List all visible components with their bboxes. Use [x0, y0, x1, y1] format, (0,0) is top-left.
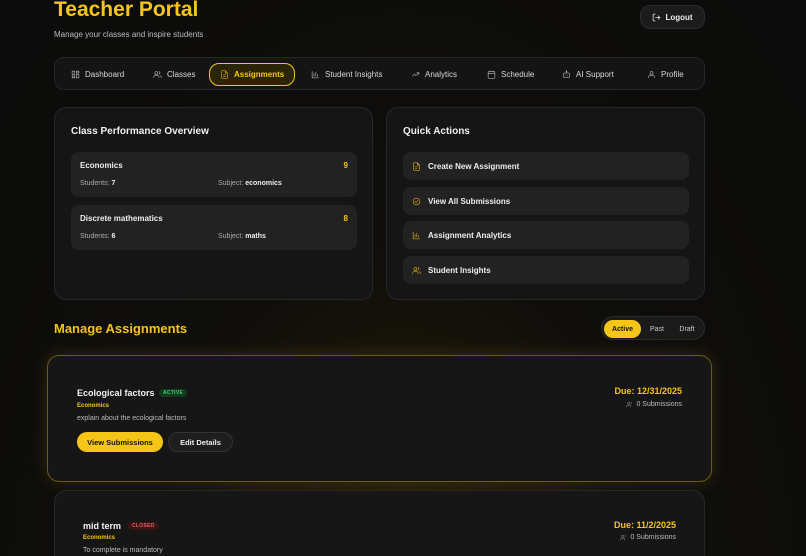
tab-classes[interactable]: Classes: [143, 63, 205, 86]
tab-analytics[interactable]: Analytics: [401, 63, 467, 86]
tab-dashboard[interactable]: Dashboard: [61, 63, 134, 86]
subject-label: Subject:: [218, 180, 244, 187]
submission-count: 0 Submissions: [626, 401, 682, 408]
subject-value: economics: [245, 180, 282, 187]
class-subject: Subject: economics: [218, 180, 282, 187]
assignment-card: Ecological factors ACTIVE Economics expl…: [47, 355, 712, 482]
assignment-description: explain about the ecological factors: [77, 415, 187, 422]
tab-label: Profile: [661, 70, 684, 79]
check-circle-icon: [412, 197, 421, 205]
tab-label: Classes: [167, 70, 196, 79]
users-icon: [412, 266, 421, 274]
class-count: 8: [343, 214, 348, 223]
assignment-title: Ecological factors: [77, 388, 155, 398]
users-icon: [626, 401, 633, 408]
tab-label: Assignments: [234, 70, 285, 79]
users-icon: [153, 71, 162, 78]
page-title: Teacher Portal: [54, 0, 199, 21]
calendar-icon: [487, 70, 496, 79]
students-value: 7: [111, 180, 116, 187]
students-label: Students:: [80, 233, 110, 240]
class-subject: Subject: maths: [218, 233, 266, 240]
class-count: 9: [343, 161, 348, 170]
logout-icon: [653, 13, 661, 21]
filter-active[interactable]: Active: [604, 320, 641, 338]
tab-label: Analytics: [425, 70, 458, 79]
student-insights-button[interactable]: Student Insights: [403, 256, 689, 284]
view-submissions-button[interactable]: View All Submissions: [403, 187, 689, 215]
create-assignment-button[interactable]: Create New Assignment: [403, 152, 689, 180]
page-subtitle: Manage your classes and inspire students: [54, 30, 204, 39]
class-performance-item[interactable]: Discrete mathematics 8 Students: 6 Subje…: [71, 205, 357, 250]
trending-icon: [411, 72, 420, 77]
assignment-subject: Economics: [83, 535, 116, 541]
class-performance-item[interactable]: Economics 9 Students: 7 Subject: economi…: [71, 152, 357, 197]
user-icon: [648, 71, 655, 78]
tab-label: AI Support: [576, 70, 614, 79]
assignment-subject: Economics: [77, 403, 110, 409]
tab-label: Student Insights: [325, 70, 383, 79]
action-label: Create New Assignment: [428, 161, 520, 171]
assignment-description: To complete is mandatory: [83, 547, 163, 554]
file-plus-icon: [413, 161, 420, 171]
assignment-title: mid term: [83, 521, 122, 531]
filter-draft[interactable]: Draft: [672, 320, 702, 338]
class-name: Discrete mathematics: [80, 214, 163, 223]
main-nav: Dashboard Classes Assignments Student In…: [54, 57, 705, 90]
class-performance-card: Class Performance Overview Economics 9 S…: [54, 107, 373, 300]
action-label: Student Insights: [428, 265, 491, 275]
status-badge: CLOSED: [128, 522, 159, 530]
tab-label: Schedule: [501, 70, 535, 79]
students-value: 6: [111, 233, 116, 240]
tab-schedule[interactable]: Schedule: [477, 63, 544, 86]
logout-button[interactable]: Logout: [640, 5, 705, 29]
submission-count-label: 0 Submissions: [636, 401, 682, 408]
card-title: Quick Actions: [403, 126, 470, 137]
subject-label: Subject:: [218, 233, 244, 240]
assignment-filter: Active Past Draft: [601, 316, 705, 340]
logout-label: Logout: [665, 12, 693, 22]
view-submissions-button[interactable]: View Submissions: [77, 432, 163, 452]
tab-ai-support[interactable]: AI Support: [552, 63, 624, 86]
tab-label: Dashboard: [85, 70, 125, 79]
bar-chart-icon: [412, 231, 420, 239]
bot-icon: [563, 70, 570, 78]
filter-past[interactable]: Past: [643, 320, 671, 338]
class-name: Economics: [80, 161, 123, 170]
class-students: Students: 7: [80, 180, 115, 187]
submission-count-label: 0 Submissions: [630, 534, 676, 541]
edit-details-button[interactable]: Edit Details: [168, 432, 233, 452]
file-icon: [221, 70, 228, 79]
status-badge: ACTIVE: [159, 389, 188, 397]
card-title: Class Performance Overview: [71, 126, 209, 137]
tab-student-insights[interactable]: Student Insights: [301, 63, 392, 86]
dashboard-icon: [71, 70, 80, 79]
action-label: View All Submissions: [428, 196, 511, 206]
section-title: Manage Assignments: [54, 321, 188, 336]
subject-value: maths: [245, 233, 266, 240]
submission-count: 0 Submissions: [620, 534, 676, 541]
users-icon: [620, 534, 627, 541]
due-date: Due: 11/2/2025: [613, 520, 676, 530]
bar-chart-icon: [311, 71, 319, 79]
tab-profile[interactable]: Profile: [637, 63, 694, 86]
quick-actions-card: Quick Actions Create New Assignment View…: [386, 107, 705, 300]
action-label: Assignment Analytics: [428, 230, 512, 240]
students-label: Students:: [80, 180, 110, 187]
assignment-card: mid term CLOSED Economics To complete is…: [54, 490, 705, 556]
class-students: Students: 6: [80, 233, 115, 240]
due-date: Due: 12/31/2025: [614, 386, 682, 396]
assignment-analytics-button[interactable]: Assignment Analytics: [403, 221, 689, 249]
tab-assignments[interactable]: Assignments: [209, 63, 296, 86]
